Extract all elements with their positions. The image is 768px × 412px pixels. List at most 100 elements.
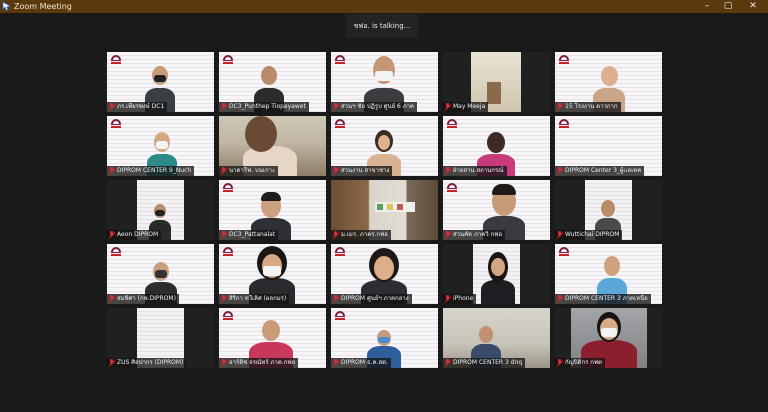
participant-name: DIPROM ศูนย์ฯ ภาคกลาง — [341, 295, 409, 302]
video-tile[interactable]: ฝ่ายสาน สถานกรณ์ — [443, 116, 550, 176]
muted-mic-icon — [444, 295, 451, 303]
muted-mic-icon — [444, 359, 451, 367]
participant-name-bar: สิริกา ทวีเลิศ (ผลกมร) — [219, 294, 290, 304]
participant-name-bar: iPhone — [443, 294, 477, 304]
participant-name-bar: DC3_Punthep Tiopayawet — [219, 102, 309, 112]
organization-logo — [335, 55, 345, 64]
participant-name: May Meeja — [453, 103, 486, 110]
muted-mic-icon — [220, 231, 227, 239]
participant-name-bar: DIPROM Center 3_ผู้เเลเทค — [555, 166, 645, 176]
video-tile[interactable]: DC3_Pattanalat — [219, 180, 326, 240]
participant-name-bar: 15 โรงงาน ดาวกาก — [555, 102, 621, 112]
organization-logo — [559, 247, 569, 256]
participant-name: DIPROM CENTER 9_Nuch — [117, 167, 192, 174]
participant-name: นาดารีฟ. บนเกาะ — [229, 167, 276, 174]
participant-name-bar: DC3_Pattanalat — [219, 230, 279, 240]
video-tile[interactable]: DIPROM ศูนย์ฯ ภาคกลาง — [331, 244, 438, 304]
participant-name: DC3_Punthep Tiopayawet — [229, 103, 306, 110]
muted-mic-icon — [332, 167, 339, 175]
organization-logo — [111, 55, 121, 64]
muted-mic-icon — [108, 359, 115, 367]
video-tile[interactable]: ภร.เพียรพงษ์ DC1 — [107, 52, 214, 112]
organization-logo — [111, 247, 121, 256]
active-speaker-text: ชฟอ. is talking... — [353, 22, 411, 30]
participant-name-bar: นาดารีฟ. บนเกาะ — [219, 166, 279, 176]
participant-name: กัญปิติกร กฟต — [565, 359, 602, 366]
video-tile[interactable]: ส่วนงาน สาขาช่าง — [331, 116, 438, 176]
organization-logo — [447, 183, 457, 192]
participant-name-bar: ZUS ศิลปากร (DIPROM) — [107, 358, 187, 368]
video-tile[interactable]: DC3_Punthep Tiopayawet — [219, 52, 326, 112]
video-tile[interactable]: iPhone — [443, 244, 550, 304]
video-tile[interactable]: Wuttichai DIPROM — [555, 180, 662, 240]
participant-name-bar: Aeon DIPROM — [107, 230, 162, 240]
organization-logo — [559, 119, 569, 128]
muted-mic-icon — [220, 359, 227, 367]
video-tile[interactable]: อาร์ติช จรณัทร์ ภาค.กฟอ — [219, 308, 326, 368]
video-tile[interactable]: ส่วนฯ ชัย ปฏิรูป ศูนย์ 6 ภาค — [331, 52, 438, 112]
video-tile[interactable]: May Meeja — [443, 52, 550, 112]
participant-name-bar: ส่วนงาน สาขาช่าง — [331, 166, 393, 176]
video-tile[interactable]: สมพิศา (กพ.DIPROM) — [107, 244, 214, 304]
muted-mic-icon — [556, 231, 563, 239]
video-tile[interactable]: กัญปิติกร กฟต — [555, 308, 662, 368]
maximize-button[interactable]: ▢ — [718, 0, 738, 13]
muted-mic-icon — [108, 231, 115, 239]
participant-name-bar: DIPROM ธ.ค.สต. — [331, 358, 391, 368]
participant-name-bar: ส่วนฯ ชัย ปฏิรูป ศูนย์ 6 ภาค — [331, 102, 418, 112]
participant-name: 15 โรงงาน ดาวกาก — [565, 103, 618, 110]
organization-logo — [335, 119, 345, 128]
organization-logo — [335, 311, 345, 320]
participant-name-bar: DIPROM ศูนย์ฯ ภาคกลาง — [331, 294, 412, 304]
video-tile[interactable]: ZUS ศิลปากร (DIPROM) — [107, 308, 214, 368]
muted-mic-icon — [332, 231, 339, 239]
close-button[interactable]: ✕ — [743, 0, 763, 13]
participant-name: DC3_Pattanalat — [229, 231, 276, 238]
minimize-button[interactable]: – — [697, 0, 717, 13]
video-tile[interactable]: Aeon DIPROM — [107, 180, 214, 240]
participant-name-bar: กัญปิติกร กฟต — [555, 358, 605, 368]
participant-name-bar: สมพิศา (กพ.DIPROM) — [107, 294, 179, 304]
muted-mic-icon — [108, 167, 115, 175]
participant-name-bar: ฝ่ายสาน สถานกรณ์ — [443, 166, 507, 176]
participant-name: สิริกา ทวีเลิศ (ผลกมร) — [229, 295, 287, 302]
video-tile[interactable]: DIPROM CENTER 9_Nuch — [107, 116, 214, 176]
participant-name: ZUS ศิลปากร (DIPROM) — [117, 359, 184, 366]
organization-logo — [335, 247, 345, 256]
participant-name: ม.เมร. ภาคร.กฟอ — [341, 231, 388, 238]
participant-name: DIPROM CENTER 3 dnq — [453, 359, 523, 366]
muted-mic-icon — [220, 295, 227, 303]
video-tile[interactable]: DIPROM CENTER 3 ภาคเหนือ — [555, 244, 662, 304]
video-tile[interactable]: สิริกา ทวีเลิศ (ผลกมร) — [219, 244, 326, 304]
video-tile[interactable]: ส่วนคัด ภาควิ กฟอ — [443, 180, 550, 240]
participant-name-bar: ม.เมร. ภาคร.กฟอ — [331, 230, 391, 240]
participant-name-bar: ส่วนคัด ภาควิ กฟอ — [443, 230, 506, 240]
organization-logo — [223, 247, 233, 256]
muted-mic-icon — [444, 231, 451, 239]
participant-name-bar: ภร.เพียรพงษ์ DC1 — [107, 102, 168, 112]
window-title: Zoom Meeting — [14, 2, 72, 11]
participant-name-bar: DIPROM CENTER 9_Nuch — [107, 166, 195, 176]
organization-logo — [447, 119, 457, 128]
muted-mic-icon — [220, 103, 227, 111]
participant-name: สมพิศา (กพ.DIPROM) — [117, 295, 176, 302]
muted-mic-icon — [220, 167, 227, 175]
organization-logo — [111, 119, 121, 128]
video-tile[interactable]: นาดารีฟ. บนเกาะ — [219, 116, 326, 176]
zoom-app-icon — [2, 1, 11, 11]
muted-mic-icon — [444, 167, 451, 175]
video-tile[interactable]: 15 โรงงาน ดาวกาก — [555, 52, 662, 112]
participant-name-bar: DIPROM CENTER 3 ภาคเหนือ — [555, 294, 651, 304]
video-tile[interactable]: DIPROM ธ.ค.สต. — [331, 308, 438, 368]
organization-logo — [223, 183, 233, 192]
muted-mic-icon — [108, 103, 115, 111]
participant-name: ส่วนคัด ภาควิ กฟอ — [453, 231, 503, 238]
participant-name: ส่วนฯ ชัย ปฏิรูป ศูนย์ 6 ภาค — [341, 103, 415, 110]
muted-mic-icon — [444, 103, 451, 111]
video-tile[interactable]: DIPROM CENTER 3 dnq — [443, 308, 550, 368]
participant-name-bar: DIPROM CENTER 3 dnq — [443, 358, 526, 368]
video-tile[interactable]: DIPROM Center 3_ผู้เเลเทค — [555, 116, 662, 176]
video-tile[interactable]: ม.เมร. ภาคร.กฟอ — [331, 180, 438, 240]
participant-name: Wuttichai DIPROM — [565, 231, 620, 238]
muted-mic-icon — [556, 295, 563, 303]
